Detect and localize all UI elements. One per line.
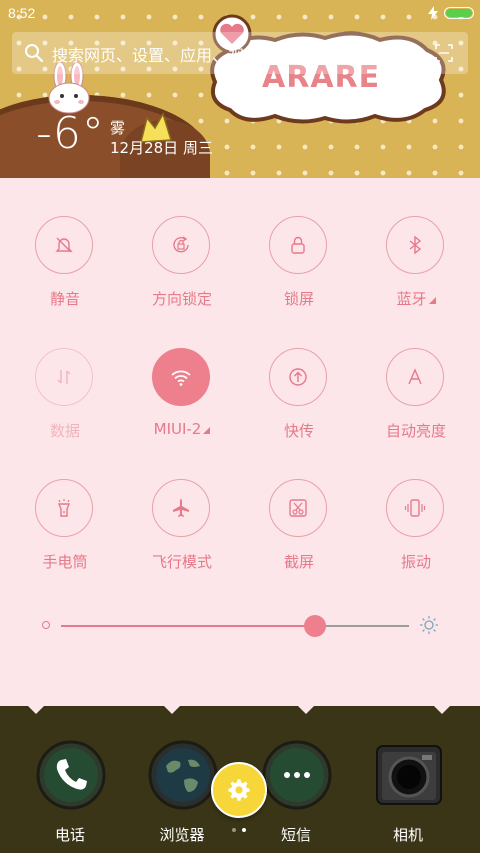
toggle-quick-transfer-button[interactable] [269, 348, 327, 406]
toggle-label: 截屏 [283, 553, 314, 571]
panel-edge-notch [28, 706, 44, 714]
toggle-airplane[interactable]: 飞行模式 [123, 479, 241, 589]
menu-triangle-icon [428, 297, 436, 304]
globe-icon [148, 740, 218, 810]
rotation-lock-icon [173, 236, 189, 253]
toggle-flashlight-button[interactable] [35, 479, 93, 537]
message-icon [262, 740, 332, 810]
search-placeholder: 搜索网页、设置、应用、视频… [52, 46, 277, 65]
search-icon [25, 44, 44, 63]
brightness-low-icon [42, 621, 50, 629]
page-dot [232, 828, 236, 832]
app-label: 浏览器 [159, 826, 205, 844]
toggle-auto-brightness-button[interactable] [386, 348, 444, 406]
toggle-label: 自动亮度 [385, 422, 446, 440]
toggle-mobile-data-button[interactable] [35, 348, 93, 406]
weather-condition: 雾 [110, 119, 126, 137]
toggle-label: 方向锁定 [151, 290, 212, 308]
toggle-label: 飞行模式 [151, 553, 212, 571]
bluetooth-icon [409, 235, 422, 255]
status-time: 8:52 [8, 5, 36, 21]
toggle-label: MIUI-2 [153, 420, 202, 438]
toggle-label: 锁屏 [283, 290, 314, 308]
app-label: 短信 [280, 826, 311, 844]
wallpaper-header: ARARE 8:52 搜索网页、设置、应用、视频… -6° 雾 12月28日 周… [0, 0, 480, 178]
toggle-label-with-menu[interactable]: MIUI-2 [123, 420, 241, 438]
panel-edge-notch [164, 706, 180, 714]
toggle-label: 快传 [283, 422, 314, 440]
toggle-label-with-menu[interactable]: 蓝牙 [357, 288, 475, 309]
panel-edge-notch [434, 706, 450, 714]
toggle-quick-transfer[interactable]: 快传 [240, 348, 358, 458]
toggle-silent[interactable]: 静音 [6, 216, 124, 326]
toggle-wifi[interactable]: MIUI-2 [123, 348, 241, 458]
toggle-screenshot[interactable]: 截屏 [240, 479, 358, 589]
app-phone[interactable]: 电话 [20, 740, 120, 850]
bolt-icon [428, 6, 438, 20]
mobile-data-icon [57, 370, 71, 384]
screenshot-icon [289, 499, 307, 517]
lock-icon [291, 236, 305, 254]
brightness-slider-track[interactable] [61, 625, 409, 627]
toggle-lock-screen-button[interactable] [269, 216, 327, 274]
battery-icon [444, 7, 474, 19]
scan-icon[interactable] [434, 43, 454, 63]
toggle-label: 蓝牙 [396, 290, 427, 308]
toggle-vibrate-button[interactable] [386, 479, 444, 537]
bell-off-icon [55, 237, 73, 253]
brightness-slider-thumb[interactable] [304, 615, 327, 637]
panel-edge-notch [298, 706, 314, 714]
toggle-bluetooth-button[interactable] [386, 216, 444, 274]
camera-icon [376, 745, 442, 805]
page-indicator [232, 828, 246, 832]
page-dot-active [242, 828, 246, 832]
auto-brightness-icon [408, 368, 422, 385]
menu-triangle-icon [203, 427, 211, 434]
settings-button[interactable] [211, 762, 267, 818]
status-icons [428, 5, 474, 21]
toggle-vibrate[interactable]: 振动 [357, 479, 475, 589]
gear-icon [228, 779, 250, 801]
toggle-mobile-data[interactable]: 数据 [6, 348, 124, 458]
toggle-rotation-lock-button[interactable] [152, 216, 210, 274]
toggle-label: 数据 [49, 422, 80, 440]
toggle-wifi-button[interactable] [152, 348, 210, 406]
phone-icon [36, 740, 106, 810]
weather-temperature[interactable]: -6° [36, 108, 105, 159]
brightness-high-icon [420, 616, 438, 634]
quick-transfer-icon [289, 368, 307, 386]
toggle-silent-button[interactable] [35, 216, 93, 274]
airplane-icon [173, 499, 189, 517]
toggle-lock-screen[interactable]: 锁屏 [240, 216, 358, 326]
toggle-label: 手电筒 [42, 553, 88, 571]
toggle-rotation-lock[interactable]: 方向锁定 [123, 216, 241, 326]
toggle-flashlight[interactable]: 手电筒 [6, 479, 124, 589]
search-bar[interactable]: 搜索网页、设置、应用、视频… [12, 32, 468, 74]
app-label: 相机 [392, 826, 423, 844]
toggle-airplane-button[interactable] [152, 479, 210, 537]
toggle-auto-brightness[interactable]: 自动亮度 [357, 348, 475, 458]
weather-date: 12月28日 周三 [110, 139, 213, 157]
app-label: 电话 [54, 826, 85, 844]
vibrate-icon [404, 499, 426, 517]
brightness-slider-fill [61, 625, 316, 627]
toggle-label: 振动 [400, 553, 431, 571]
app-camera[interactable]: 相机 [358, 740, 458, 850]
wifi-icon [171, 370, 191, 386]
toggle-screenshot-button[interactable] [269, 479, 327, 537]
toggle-bluetooth[interactable]: 蓝牙 [357, 216, 475, 326]
toggle-label: 静音 [49, 290, 80, 308]
battery-level [446, 9, 472, 17]
flashlight-icon [57, 499, 71, 517]
quick-settings-panel: 静音 方向锁定 锁屏 蓝牙 数据 MIUI-2 快传 自动亮度 手电筒 飞行模式… [0, 178, 480, 706]
